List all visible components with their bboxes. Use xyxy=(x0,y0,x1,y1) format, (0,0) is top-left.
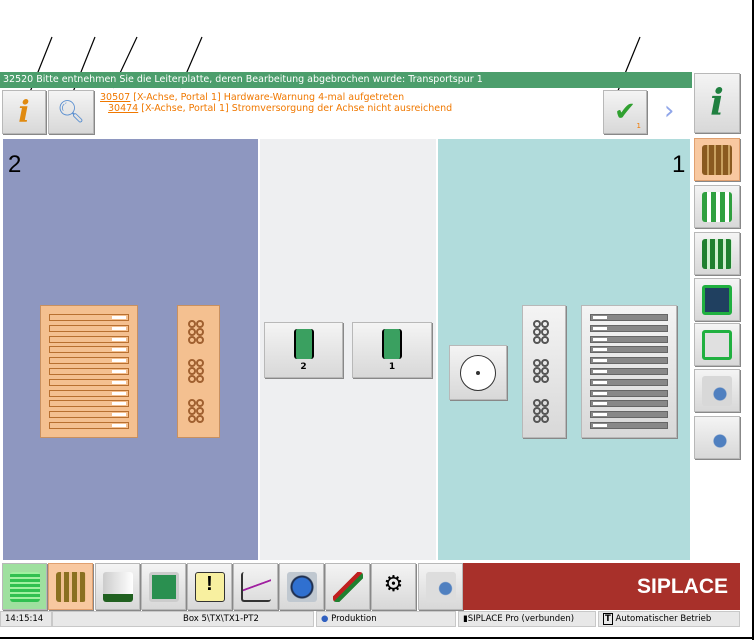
toolbar-chart-button[interactable] xyxy=(233,563,278,610)
toolbar-feeder-button[interactable] xyxy=(48,563,93,610)
nozzle-changer[interactable] xyxy=(522,305,566,438)
acknowledge-count: 1 xyxy=(636,122,641,130)
sidebar-component-button[interactable] xyxy=(694,278,740,321)
toolbar-production-button[interactable] xyxy=(2,563,47,610)
toolbar-messages-button[interactable]: ! xyxy=(187,563,232,610)
status-mode: T Automatischer Betrieb xyxy=(598,611,740,627)
toolbar-tools-button[interactable] xyxy=(325,563,370,610)
gantry-label: 2 xyxy=(8,151,22,178)
info-button[interactable]: i xyxy=(2,90,46,134)
details-info-button[interactable]: i xyxy=(694,73,740,133)
status-connection-label: SIPLACE Pro (verbunden) xyxy=(467,614,575,624)
status-time: 14:15:14 xyxy=(0,611,52,627)
nozzle-group-icon xyxy=(187,319,210,344)
pcb-icon xyxy=(382,328,402,359)
hand-gear-icon: ⚙ xyxy=(383,571,404,597)
toolbar-statistics-button[interactable] xyxy=(95,563,140,610)
message-item[interactable]: 30507 [X-Achse, Portal 1] Hardware-Warnu… xyxy=(100,92,404,103)
screwdriver-icon xyxy=(332,571,363,602)
conveyor-panel: 2 1 xyxy=(260,139,436,560)
message-bar: 32520 Bitte entnehmen Sie die Leiterplat… xyxy=(0,72,692,88)
gantry-2-panel: 2 xyxy=(3,139,258,560)
frame-border xyxy=(752,0,754,640)
status-user: ● Produktion xyxy=(316,611,456,627)
search-button[interactable]: 🔍︎ xyxy=(48,90,94,134)
sidebar-feeder-list-button[interactable] xyxy=(694,232,740,275)
mode-icon: T xyxy=(603,613,613,625)
siplace-logo: SIPLACE xyxy=(463,563,740,610)
nozzle-group-icon xyxy=(533,399,555,424)
nozzle-group-icon xyxy=(187,359,210,384)
status-connection: ▮SIPLACE Pro (verbunden) xyxy=(458,611,596,627)
toolbar-settings-button[interactable] xyxy=(418,563,463,610)
sidebar-feeder-view-button[interactable] xyxy=(694,138,740,181)
lane-label: 2 xyxy=(300,361,307,372)
gantry-1-panel: 1 xyxy=(438,139,690,560)
message-text: [X-Achse, Portal 1] Stromversorgung der … xyxy=(138,103,453,114)
acknowledge-button[interactable]: ✔ 1 xyxy=(603,90,647,134)
lane-label: 1 xyxy=(388,361,396,372)
frame-border xyxy=(0,637,754,639)
message-item[interactable]: 30474 [X-Achse, Portal 1] Stromversorgun… xyxy=(108,103,452,114)
gantry-label: 1 xyxy=(672,151,686,178)
feeder-list-icon xyxy=(702,238,732,269)
nozzle-group-icon xyxy=(187,399,210,424)
toolbar-board-button[interactable] xyxy=(141,563,186,610)
nozzle-group-icon xyxy=(533,319,555,344)
status-user-label: Produktion xyxy=(331,614,377,624)
feeder-grid-icon xyxy=(702,144,732,175)
user-icon: ● xyxy=(321,614,329,624)
message-text: [X-Achse, Portal 1] Hardware-Warnung 4-m… xyxy=(130,92,405,103)
feeder-table[interactable] xyxy=(40,305,138,438)
feeder-grid-icon xyxy=(55,571,86,602)
feeder-table[interactable] xyxy=(581,305,677,438)
toolbar-manual-button[interactable]: ⚙ xyxy=(371,563,416,610)
component-icon xyxy=(702,284,732,315)
nozzle-changer[interactable] xyxy=(177,305,220,438)
component-outline-icon xyxy=(702,329,732,360)
warning-pages-icon: ! xyxy=(194,571,225,602)
message-code-link[interactable]: 30507 xyxy=(100,92,130,103)
status-path: Box 5\TX\TX1-PT2 xyxy=(52,611,314,627)
conveyor-lane-2-button[interactable]: 2 xyxy=(264,322,343,378)
revolver-head-icon xyxy=(460,354,496,391)
user-lock-icon xyxy=(702,422,732,453)
magnifier-icon: 🔍︎ xyxy=(57,99,85,125)
bar-status-icon xyxy=(102,571,133,602)
info-icon: i xyxy=(710,82,724,124)
sidebar-component-outline-button[interactable] xyxy=(694,323,740,366)
sidebar-user-button[interactable] xyxy=(694,416,740,459)
user-lock-icon xyxy=(425,571,456,602)
sidebar-user-feeder-button[interactable] xyxy=(694,369,740,412)
checkmark-icon: ✔ xyxy=(614,97,636,127)
pcb-icon xyxy=(293,328,314,359)
pcb-stack-icon xyxy=(9,571,40,602)
info-icon: i xyxy=(18,94,30,130)
toolbar-camera-button[interactable] xyxy=(279,563,324,610)
pcb-icon xyxy=(148,571,179,602)
sidebar-feeder-status-button[interactable] xyxy=(694,185,740,228)
placement-head-button[interactable] xyxy=(449,345,507,400)
message-code-link[interactable]: 30474 xyxy=(108,103,138,114)
chevron-right-icon: › xyxy=(664,96,675,126)
conveyor-lane-1-button[interactable]: 1 xyxy=(352,322,432,378)
camera-icon xyxy=(286,571,317,602)
line-chart-icon xyxy=(240,571,271,602)
user-lock-icon xyxy=(702,375,732,406)
status-mode-label: Automatischer Betrieb xyxy=(615,614,712,624)
nozzle-group-icon xyxy=(533,359,555,384)
feeder-status-icon xyxy=(702,191,732,222)
